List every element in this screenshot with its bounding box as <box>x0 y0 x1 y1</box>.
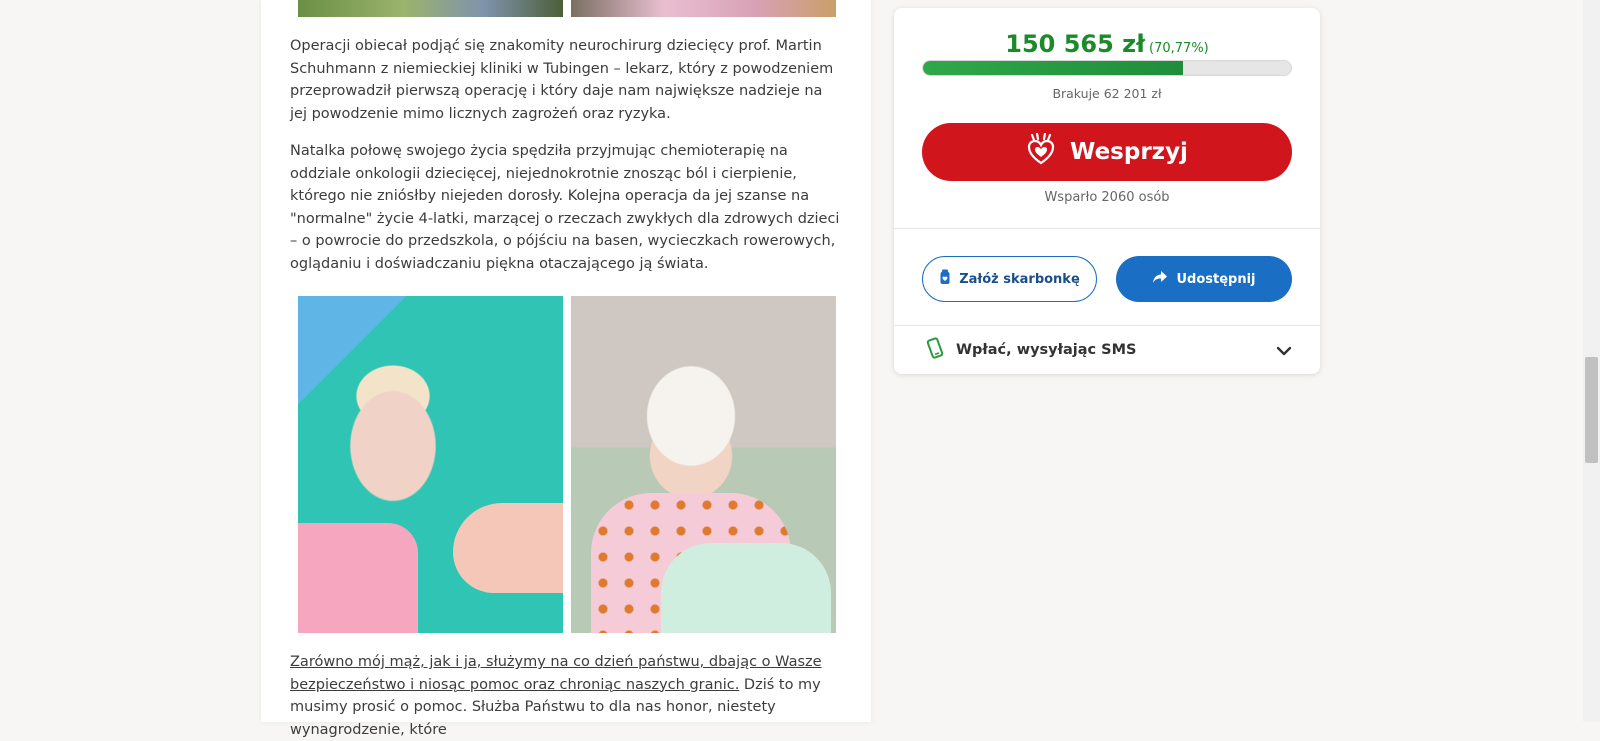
sms-label: Wpłać, wysyłając SMS <box>956 342 1137 358</box>
photo-strip-top <box>298 0 836 17</box>
article-paragraph-2: Natalka połowę swojego życia spędziła pr… <box>290 140 842 275</box>
photo-collage <box>298 296 836 633</box>
paragraph-text: Operacji obiecał podjąć się znakomity ne… <box>290 38 834 122</box>
sms-payment-toggle[interactable]: Wpłać, wysyłając SMS <box>894 326 1320 374</box>
article-content: Operacji obiecał podjąć się znakomity ne… <box>261 0 871 738</box>
progress-fill <box>923 61 1184 75</box>
photo-child-head-bandage <box>571 296 836 633</box>
article-paragraph-1: Operacji obiecał podjąć się znakomity ne… <box>290 35 842 125</box>
chevron-down-icon <box>1276 341 1292 360</box>
donate-button[interactable]: Wesprzyj <box>922 123 1292 181</box>
piggybank-label: Załóż skarbonkę <box>959 271 1080 287</box>
photo-child-hospital-bed <box>298 296 563 633</box>
heart-hand-icon <box>1026 132 1056 171</box>
donor-count: Wsparło 2060 osób <box>1044 190 1170 205</box>
paragraph-text: Natalka połowę swojego życia spędziła pr… <box>290 143 840 272</box>
article-paragraph-3: Zarówno mój mąż, jak i ja, służymy na co… <box>290 651 842 741</box>
divider <box>894 228 1320 229</box>
donate-label: Wesprzyj <box>1070 139 1188 165</box>
missing-amount: Brakuje 62 201 zł <box>1052 86 1162 101</box>
piggybank-button[interactable]: Załóż skarbonkę <box>922 256 1097 302</box>
share-label: Udostępnij <box>1176 271 1256 287</box>
raised-percent: (70,77%) <box>1149 41 1209 56</box>
amount-row: 150 565 zł (70,77%) <box>894 30 1320 58</box>
scrollbar-thumb[interactable] <box>1585 357 1598 463</box>
photo-top-left <box>298 0 563 17</box>
share-arrow-icon <box>1152 270 1168 288</box>
photo-top-right <box>571 0 836 17</box>
share-button[interactable]: Udostępnij <box>1116 256 1292 302</box>
fundraiser-card: 150 565 zł (70,77%) Brakuje 62 201 zł Wes… <box>894 8 1320 374</box>
piggybank-icon <box>939 269 951 289</box>
phone-icon <box>926 337 944 363</box>
scrollbar[interactable] <box>1583 0 1600 722</box>
progress-bar <box>922 60 1292 76</box>
raised-amount: 150 565 zł <box>1005 30 1146 58</box>
